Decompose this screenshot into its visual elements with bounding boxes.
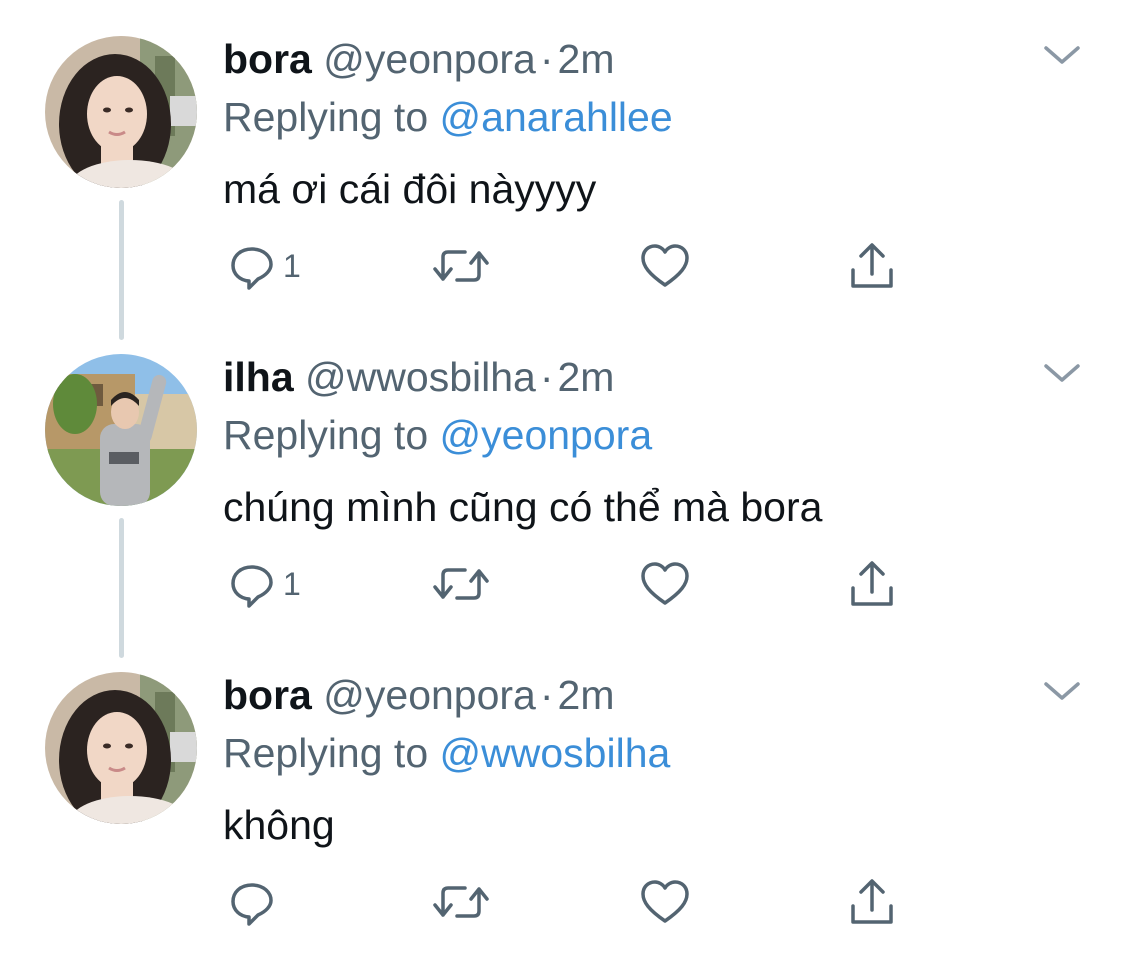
replying-to-label: Replying to [223, 412, 429, 458]
display-name[interactable]: bora [223, 672, 312, 718]
replying-to-label: Replying to [223, 94, 429, 140]
timestamp[interactable]: 2m [558, 672, 615, 718]
reply-count: 1 [283, 565, 301, 602]
reply-button[interactable]: 1 [227, 554, 301, 614]
chevron-down-icon[interactable] [1040, 38, 1084, 74]
separator-dot: · [539, 672, 554, 718]
tweet-text: má ơi cái đôi nàyyyy [223, 166, 597, 212]
reply-icon [227, 241, 277, 291]
share-button[interactable] [847, 236, 897, 296]
share-button[interactable] [847, 872, 897, 932]
replying-to-label: Replying to [223, 730, 429, 776]
mention-link[interactable]: @yeonpora [440, 412, 653, 458]
replying-to: Replying to @anarahllee [223, 94, 673, 140]
tweet-text: không [223, 802, 335, 848]
like-button[interactable] [639, 872, 691, 932]
chevron-down-icon[interactable] [1040, 674, 1084, 710]
reply-icon [227, 559, 277, 609]
tweet[interactable]: ilha @wwosbilha·2m Replying to @yeonpora… [0, 318, 1125, 658]
retweet-icon [431, 241, 491, 291]
reply-icon [227, 877, 277, 927]
replying-to: Replying to @wwosbilha [223, 730, 670, 776]
chevron-down-icon[interactable] [1040, 356, 1084, 392]
separator-dot: · [539, 354, 554, 400]
share-button[interactable] [847, 554, 897, 614]
display-name[interactable]: ilha [223, 354, 294, 400]
retweet-button[interactable] [431, 236, 491, 296]
like-icon [639, 559, 691, 609]
separator-dot: · [539, 36, 554, 82]
tweet-text: chúng mình cũng có thể mà bora [223, 484, 823, 530]
avatar[interactable] [45, 354, 197, 506]
timestamp[interactable]: 2m [558, 36, 615, 82]
like-icon [639, 241, 691, 291]
tweet-actions: 1 [223, 236, 923, 296]
mention-link[interactable]: @anarahllee [440, 94, 673, 140]
user-handle[interactable]: @yeonpora [323, 672, 536, 718]
share-icon [847, 876, 897, 928]
share-icon [847, 240, 897, 292]
avatar[interactable] [45, 672, 197, 824]
tweet-actions [223, 872, 923, 932]
avatar[interactable] [45, 36, 197, 188]
like-button[interactable] [639, 236, 691, 296]
user-handle[interactable]: @wwosbilha [305, 354, 536, 400]
share-icon [847, 558, 897, 610]
tweet-header: bora @yeonpora·2m [223, 672, 614, 718]
timestamp[interactable]: 2m [557, 354, 614, 400]
retweet-button[interactable] [431, 554, 491, 614]
reply-button[interactable] [227, 872, 283, 932]
reply-count: 1 [283, 247, 301, 284]
display-name[interactable]: bora [223, 36, 312, 82]
retweet-icon [431, 877, 491, 927]
tweet[interactable]: bora @yeonpora·2m Replying to @anarahlle… [0, 0, 1125, 340]
retweet-icon [431, 559, 491, 609]
like-icon [639, 877, 691, 927]
user-handle[interactable]: @yeonpora [323, 36, 536, 82]
like-button[interactable] [639, 554, 691, 614]
tweet-header: bora @yeonpora·2m [223, 36, 614, 82]
retweet-button[interactable] [431, 872, 491, 932]
reply-button[interactable]: 1 [227, 236, 301, 296]
tweet-actions: 1 [223, 554, 923, 614]
replying-to: Replying to @yeonpora [223, 412, 652, 458]
tweet[interactable]: bora @yeonpora·2m Replying to @wwosbilha… [0, 636, 1125, 954]
mention-link[interactable]: @wwosbilha [440, 730, 671, 776]
tweet-header: ilha @wwosbilha·2m [223, 354, 614, 400]
